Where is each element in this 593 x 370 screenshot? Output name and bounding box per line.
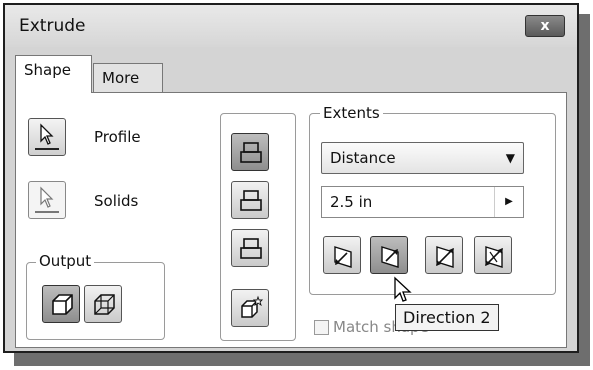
distance-value: 2.5 in — [330, 193, 373, 211]
cut-icon — [240, 190, 262, 211]
chevron-down-icon: ▼ — [505, 151, 515, 165]
selection-underline — [35, 148, 59, 150]
intersect-icon — [240, 238, 262, 259]
direction-1-icon — [334, 246, 352, 268]
symmetric-button[interactable] — [425, 236, 463, 274]
join-icon — [240, 142, 262, 163]
solids-label: Solids — [94, 192, 139, 210]
solids-select-button[interactable] — [28, 181, 66, 219]
surface-output-button[interactable] — [84, 285, 122, 323]
tab-more-label: More — [102, 69, 140, 87]
extents-group-label: Extents — [320, 104, 383, 122]
join-button[interactable] — [231, 133, 269, 171]
tab-more[interactable]: More — [93, 63, 163, 93]
tab-shape[interactable]: Shape — [15, 55, 92, 93]
solid-output-icon — [52, 294, 73, 315]
chevron-right-icon[interactable]: ▶ — [494, 187, 523, 217]
new-solid-button[interactable] — [231, 289, 269, 327]
solid-output-button[interactable] — [42, 285, 80, 323]
cursor-arrow-icon — [40, 123, 54, 145]
direction-2-button[interactable] — [370, 236, 408, 274]
direction-1-button[interactable] — [323, 236, 361, 274]
new-solid-icon — [241, 295, 264, 318]
tab-shape-label: Shape — [24, 61, 71, 79]
profile-select-button[interactable] — [28, 118, 66, 156]
profile-label: Profile — [94, 128, 141, 146]
extents-type-dropdown[interactable]: Distance ▼ — [321, 142, 524, 174]
close-icon: x — [540, 18, 550, 34]
asymmetric-icon — [485, 246, 503, 268]
match-shape-checkbox[interactable] — [314, 320, 329, 335]
intersect-button[interactable] — [231, 229, 269, 267]
symmetric-icon — [436, 246, 454, 268]
cursor-arrow-icon — [40, 186, 54, 208]
selection-underline — [35, 211, 59, 213]
mouse-cursor-icon — [394, 276, 412, 302]
surface-output-icon — [94, 294, 115, 315]
asymmetric-button[interactable] — [474, 236, 512, 274]
dialog-title: Extrude — [19, 16, 86, 36]
distance-input[interactable]: 2.5 in ▶ — [321, 186, 524, 218]
title-bar: Extrude x — [5, 5, 577, 47]
tooltip-text: Direction 2 — [403, 308, 491, 327]
direction-2-icon — [381, 246, 399, 268]
close-button[interactable]: x — [525, 15, 565, 37]
direction-2-tooltip: Direction 2 — [395, 304, 499, 331]
output-group-label: Output — [36, 252, 95, 270]
extents-type-value: Distance — [330, 149, 396, 167]
cut-button[interactable] — [231, 181, 269, 219]
